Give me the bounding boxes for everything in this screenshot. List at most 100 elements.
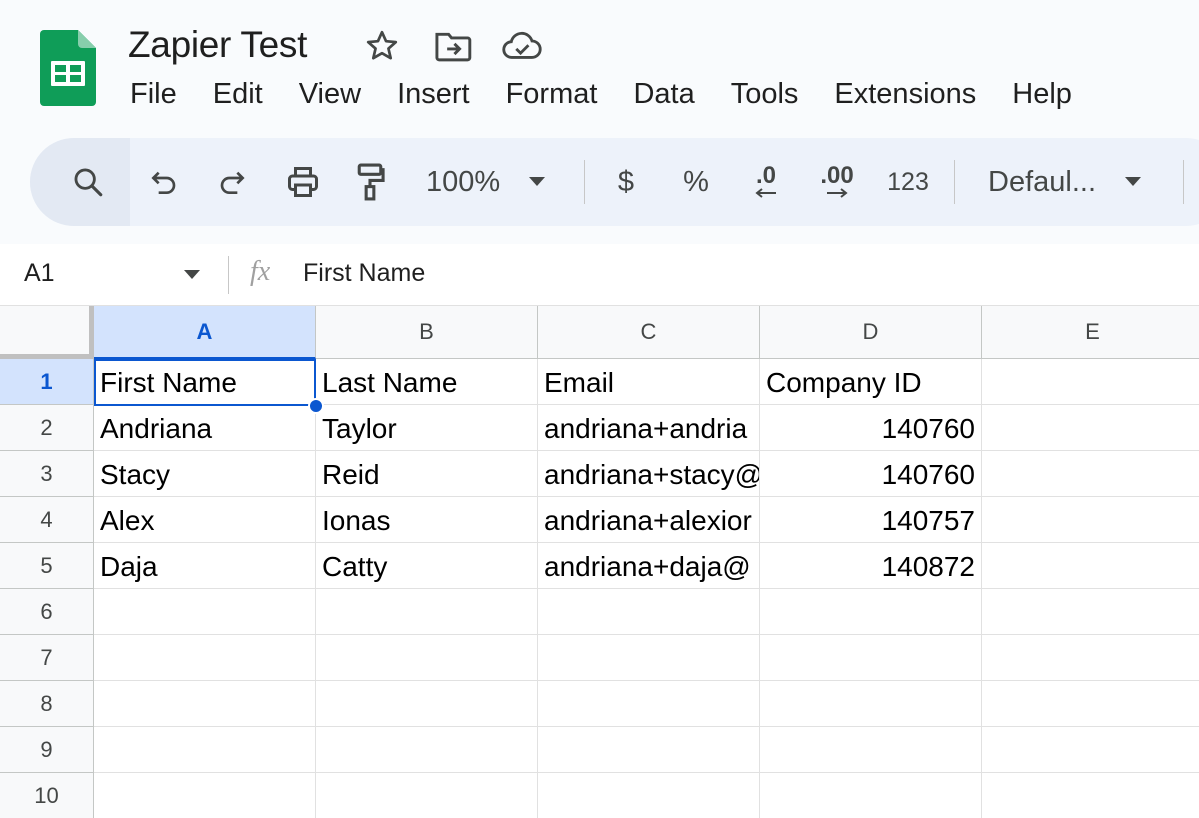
- column-header-d[interactable]: D: [760, 306, 982, 359]
- cell-c4[interactable]: andriana+alexior: [538, 497, 760, 543]
- paint-format-icon[interactable]: [352, 162, 388, 202]
- cell-c2[interactable]: andriana+andria: [538, 405, 760, 451]
- menu-tools[interactable]: Tools: [713, 74, 817, 118]
- cell-a8[interactable]: [94, 681, 316, 727]
- cell-b6[interactable]: [316, 589, 538, 635]
- column-header-b[interactable]: B: [316, 306, 538, 359]
- menu-view[interactable]: View: [281, 74, 379, 118]
- menu-edit[interactable]: Edit: [195, 74, 281, 118]
- row-header-10[interactable]: 10: [0, 773, 94, 818]
- cell-d5[interactable]: 140872: [760, 543, 982, 589]
- number-format-button[interactable]: 123: [884, 162, 932, 202]
- menu-format[interactable]: Format: [488, 74, 616, 118]
- google-sheets-logo[interactable]: [40, 30, 96, 106]
- row-header-7[interactable]: 7: [0, 635, 94, 681]
- cell-e7[interactable]: [982, 635, 1199, 681]
- cell-c7[interactable]: [538, 635, 760, 681]
- cell-b2[interactable]: Taylor: [316, 405, 538, 451]
- select-all-corner[interactable]: [0, 306, 94, 359]
- currency-format-button[interactable]: $: [608, 162, 644, 202]
- cell-c8[interactable]: [538, 681, 760, 727]
- menu-help[interactable]: Help: [994, 74, 1090, 118]
- cell-e8[interactable]: [982, 681, 1199, 727]
- cell-a1[interactable]: First Name: [94, 359, 316, 405]
- menu-insert[interactable]: Insert: [379, 74, 488, 118]
- cell-c10[interactable]: [538, 773, 760, 818]
- column-header-e[interactable]: E: [982, 306, 1199, 359]
- cell-d7[interactable]: [760, 635, 982, 681]
- cell-a4[interactable]: Alex: [94, 497, 316, 543]
- toolbar-divider: [1183, 160, 1184, 204]
- decrease-decimal-button[interactable]: .0: [744, 162, 788, 202]
- cell-a9[interactable]: [94, 727, 316, 773]
- formula-bar: A1 fx First Name: [0, 244, 1199, 306]
- star-icon[interactable]: [362, 26, 402, 66]
- cell-d9[interactable]: [760, 727, 982, 773]
- font-family-select[interactable]: Defaul...: [988, 162, 1158, 202]
- cell-b4[interactable]: Ionas: [316, 497, 538, 543]
- row-header-5[interactable]: 5: [0, 543, 94, 589]
- cell-e6[interactable]: [982, 589, 1199, 635]
- cell-a2[interactable]: Andriana: [94, 405, 316, 451]
- formula-input[interactable]: First Name: [303, 259, 425, 288]
- cell-b9[interactable]: [316, 727, 538, 773]
- cell-d1[interactable]: Company ID: [760, 359, 982, 405]
- cell-e9[interactable]: [982, 727, 1199, 773]
- print-icon[interactable]: [282, 162, 324, 202]
- cell-e4[interactable]: [982, 497, 1199, 543]
- cell-b1[interactable]: Last Name: [316, 359, 538, 405]
- cell-d6[interactable]: [760, 589, 982, 635]
- cell-e2[interactable]: [982, 405, 1199, 451]
- menu-bar: File Edit View Insert Format Data Tools …: [112, 74, 1090, 118]
- cell-a10[interactable]: [94, 773, 316, 818]
- cell-b7[interactable]: [316, 635, 538, 681]
- percent-format-button[interactable]: %: [676, 162, 716, 202]
- increase-decimal-button[interactable]: .00: [812, 162, 862, 202]
- cell-b10[interactable]: [316, 773, 538, 818]
- search-icon[interactable]: [68, 162, 108, 202]
- cell-d8[interactable]: [760, 681, 982, 727]
- row-header-3[interactable]: 3: [0, 451, 94, 497]
- name-box[interactable]: A1: [24, 259, 55, 288]
- column-header-a[interactable]: A: [94, 306, 316, 359]
- cell-e3[interactable]: [982, 451, 1199, 497]
- cell-c9[interactable]: [538, 727, 760, 773]
- cell-b3[interactable]: Reid: [316, 451, 538, 497]
- row-header-8[interactable]: 8: [0, 681, 94, 727]
- undo-icon[interactable]: [144, 162, 184, 202]
- row-header-2[interactable]: 2: [0, 405, 94, 451]
- document-title[interactable]: Zapier Test: [128, 24, 307, 66]
- cell-c6[interactable]: [538, 589, 760, 635]
- cell-d10[interactable]: [760, 773, 982, 818]
- cell-a3[interactable]: Stacy: [94, 451, 316, 497]
- fill-handle[interactable]: [308, 398, 324, 414]
- cell-c5[interactable]: andriana+daja@: [538, 543, 760, 589]
- cloud-saved-icon[interactable]: [502, 26, 542, 66]
- cell-d3[interactable]: 140760: [760, 451, 982, 497]
- chevron-down-icon[interactable]: [182, 268, 202, 282]
- cell-c1[interactable]: Email: [538, 359, 760, 405]
- cell-d2[interactable]: 140760: [760, 405, 982, 451]
- menu-file[interactable]: File: [112, 74, 195, 118]
- chevron-down-icon: [1125, 177, 1141, 186]
- zoom-select[interactable]: 100%: [426, 162, 566, 202]
- cell-e5[interactable]: [982, 543, 1199, 589]
- move-to-folder-icon[interactable]: [433, 26, 473, 66]
- cell-e10[interactable]: [982, 773, 1199, 818]
- cell-e1[interactable]: [982, 359, 1199, 405]
- cell-a6[interactable]: [94, 589, 316, 635]
- row-header-1[interactable]: 1: [0, 359, 94, 405]
- cell-a7[interactable]: [94, 635, 316, 681]
- row-header-4[interactable]: 4: [0, 497, 94, 543]
- cell-d4[interactable]: 140757: [760, 497, 982, 543]
- row-header-9[interactable]: 9: [0, 727, 94, 773]
- menu-data[interactable]: Data: [615, 74, 712, 118]
- redo-icon[interactable]: [212, 162, 252, 202]
- cell-b5[interactable]: Catty: [316, 543, 538, 589]
- cell-a5[interactable]: Daja: [94, 543, 316, 589]
- cell-b8[interactable]: [316, 681, 538, 727]
- cell-c3[interactable]: andriana+stacy@: [538, 451, 760, 497]
- row-header-6[interactable]: 6: [0, 589, 94, 635]
- column-header-c[interactable]: C: [538, 306, 760, 359]
- menu-extensions[interactable]: Extensions: [816, 74, 994, 118]
